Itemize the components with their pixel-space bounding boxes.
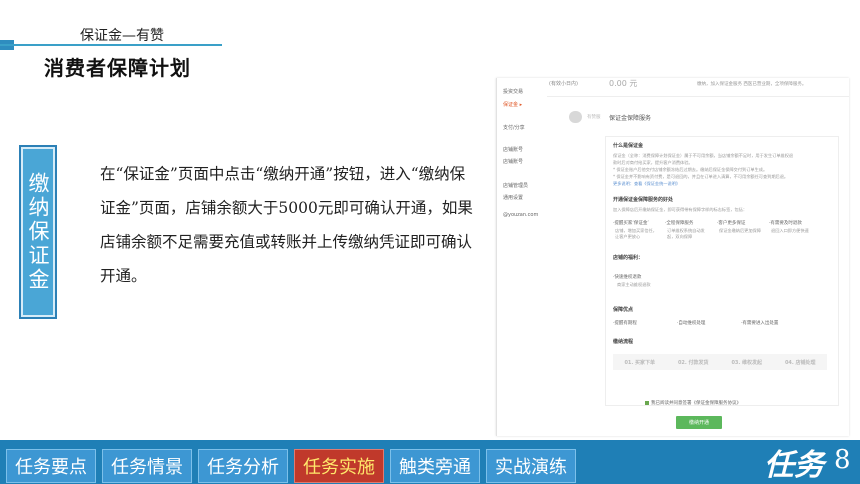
section-line: 保证金（全称：消费保障计划保证金）属于不可用余额，当店铺余额不足时，用于发生订单… [613,153,794,158]
advantage-item: ·自动维权处理 [677,321,706,326]
screenshot-nav-item[interactable]: 店铺账号 [503,158,523,165]
service-title: 保证金保障服务 [609,115,652,122]
feature-note: 商家主动维权退款 [617,282,651,287]
section-heading: 保障优点 [613,307,634,313]
task-tabs: 任务要点 任务情景 任务分析 任务实施 触类旁通 实战演练 [0,449,576,483]
section-heading: 店铺的福利： [613,255,644,261]
service-logo-text: 有赞服 [587,115,601,120]
section-heading: 缴纳流程 [613,339,634,345]
checkbox-icon[interactable] [645,400,649,405]
section-line: 加入保障店后开缴纳保证金，即可获得带有保障字样的标志标签，包括： [613,207,748,212]
tab-task-scenario[interactable]: 任务情景 [102,449,192,483]
tab-task-points[interactable]: 任务要点 [6,449,96,483]
service-logo-icon [569,111,582,123]
benefit-note: 保证金缴纳后更加保障 [719,228,761,233]
screenshot-nav-item[interactable]: 店铺管理员 [503,182,528,189]
screenshot-nav-item[interactable]: 店铺账号 [503,146,523,153]
process-step: 04. 店铺处理 [784,359,816,366]
benefit-item: ·有需要及时退款 [769,221,802,226]
section-line: * 保证金并不影响有资付费，是可退回的，并且在订单进入清算，不可用余额任可查到期… [613,174,789,179]
process-step: 02. 付款发货 [677,359,709,366]
benefit-note: 店铺，增加买家信任，让客户更放心 [615,228,657,239]
advantage-item: ·有需要进入出处置 [741,321,779,326]
process-step: 03. 维权发起 [731,359,763,366]
advantage-item: ·提醒有期程 [613,321,637,326]
slide-title: 消费者保障计划 [44,56,191,80]
embedded-screenshot: 投资交易 保证金 ▸ 支付/分享 店铺账号 店铺账号 店铺管理员 通用设置 @y… [496,78,849,436]
tab-practice[interactable]: 实战演练 [486,449,576,483]
vertical-section-label: 缴纳保证金 [19,145,57,319]
screenshot-amount: 0.00 元 [609,79,638,88]
screenshot-nav-item[interactable]: @youzan.com [503,212,538,218]
section-line: * 保证金账户后他交付店铺余额冻结后过期去。缴纳后保证金保障交付到订单生成。 [613,167,768,172]
benefit-item: ·提醒买家‘保证金’ [613,221,649,226]
process-step: 01. 买家下单 [624,359,656,366]
slide-subtitle: 保证金—有赞 [80,28,164,44]
process-steps: 01. 买家下单 02. 付款发货 03. 维权发起 04. 店铺处理 [613,354,827,370]
agreement-checkbox[interactable]: 我已阅读并同意签署《保证金保障服务协议》 [645,400,741,406]
screenshot-nav-item[interactable]: 支付/分享 [503,124,525,131]
screenshot-divider [547,96,849,97]
tab-analogy[interactable]: 触类旁通 [390,449,480,483]
screenshot-nav-item-active[interactable]: 保证金 ▸ [503,101,522,108]
benefit-note: 订单维权系统自动发起，双向保障 [667,228,705,239]
screenshot-header-note: 缴纳，加入保证金服务 西医已营业期，全项保障服务。 [697,82,807,87]
instruction-paragraph: 在“保证金”页面中点击“缴纳开通”按钮，进入“缴纳保证金”页面，店铺余额大于50… [100,165,473,285]
task-badge-number: 8 [834,445,851,475]
screenshot-header-label: (有效小日内) [549,81,578,87]
more-info-link[interactable]: 更多说明：查看《保证金统一说明》 [613,181,680,187]
pay-activate-button[interactable]: 缴纳开通 [676,416,722,429]
benefit-item: ·全程保障服务 [665,221,694,226]
screenshot-nav-item[interactable]: 通用设置 [503,194,523,201]
section-heading: 开通保证金保障服务的好处 [613,197,674,203]
tab-task-analysis[interactable]: 任务分析 [198,449,288,483]
feature-item: ·快速维权退款 [613,275,642,280]
benefit-note: 退回入口即方便快速 [771,228,809,233]
tab-task-implementation[interactable]: 任务实施 [294,449,384,483]
section-line: 款时后对商付给买家，提升客户消费体验。 [613,160,693,165]
screenshot-nav-item[interactable]: 投资交易 [503,88,523,95]
vertical-section-text: 缴纳保证金 [26,172,50,292]
benefit-item: ·客户更多保证 [717,221,746,226]
task-badge-word: 任务 [764,448,824,483]
section-heading: 什么是保证金 [613,143,644,149]
screenshot-sidebar: 投资交易 保证金 ▸ 支付/分享 店铺账号 店铺账号 店铺管理员 通用设置 @y… [497,78,545,436]
agreement-text: 我已阅读并同意签署《保证金保障服务协议》 [651,401,741,406]
